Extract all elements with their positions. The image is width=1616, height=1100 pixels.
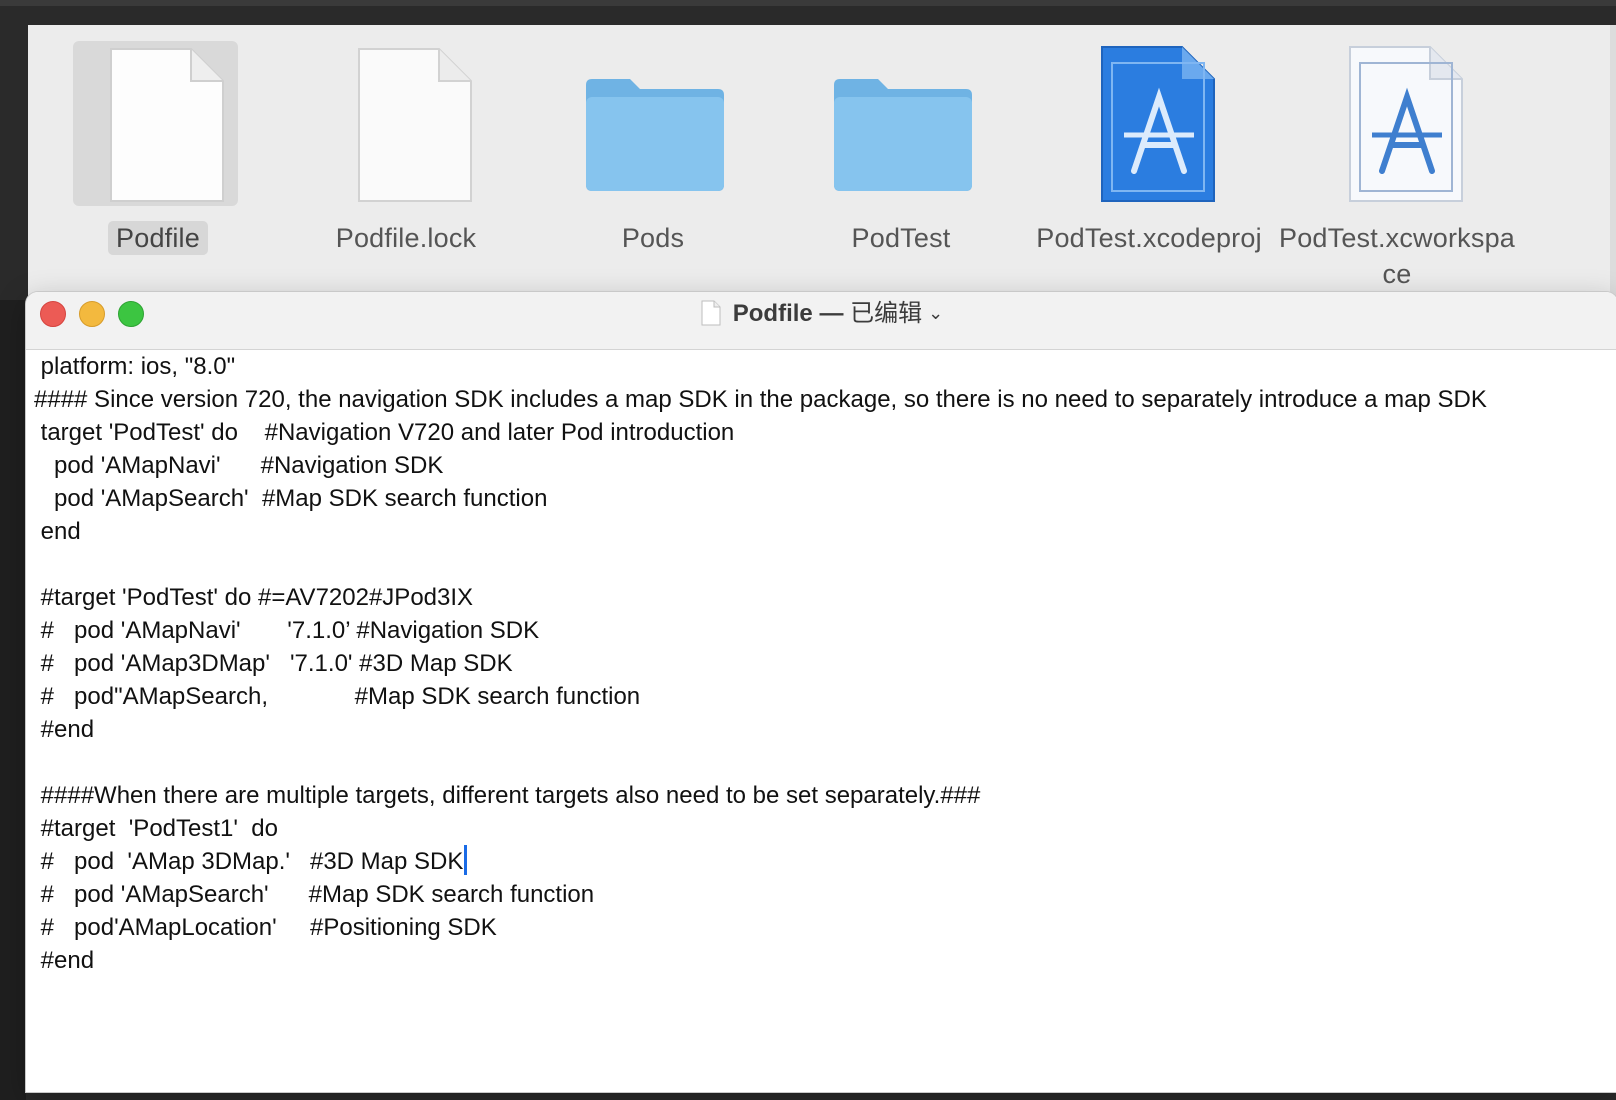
editor-line: ####When there are multiple targets, dif… — [34, 782, 981, 809]
folder-podtest[interactable]: PodTest — [776, 45, 1026, 305]
xcode-workspace-icon — [1312, 45, 1482, 205]
screen-top-strip — [0, 0, 1616, 6]
editor-line: # pod 'AMap3DMap' '7.1.0' #3D Map SDK — [34, 650, 513, 677]
file-name: Podfile.lock — [335, 223, 477, 253]
textedit-window: Podfile — 已编辑 ⌄ platform: ios, "8.0" ####… — [26, 292, 1616, 1092]
file-name: PodTest — [851, 223, 951, 253]
editor-line: # pod 'AMapNavi' '7.1.0’ #Navigation SDK — [34, 617, 540, 644]
editor-line: #end — [34, 716, 95, 743]
editor-line: # pod"AMapSearch, #Map SDK search functi… — [34, 683, 641, 710]
text-editor[interactable]: platform: ios, "8.0" #### Since version … — [34, 350, 1578, 1092]
folder-pods[interactable]: Pods — [528, 45, 778, 305]
editor-line: platform: ios, "8.0" — [34, 353, 236, 380]
file-name: PodTest.xcworkspace — [1279, 223, 1515, 289]
xcode-project-icon — [1064, 45, 1234, 205]
title-status: 已编辑 — [850, 300, 923, 327]
file-podfile[interactable]: Podfile — [33, 41, 283, 305]
document-proxy-icon[interactable] — [701, 300, 721, 326]
title-separator: — — [819, 300, 844, 327]
file-name: PodTest.xcodeproj — [1036, 223, 1262, 253]
editor-line: #target 'PodTest1' do — [34, 815, 278, 842]
text-caret — [464, 845, 468, 875]
folder-icon — [816, 45, 986, 205]
editor-line: #target 'PodTest' do #=AV7202#JPod3IX — [34, 584, 474, 611]
editor-line: target 'PodTest' do #Navigation V720 and… — [34, 419, 735, 446]
file-podfile-lock[interactable]: Podfile.lock — [281, 45, 531, 305]
editor-line: # pod'AMapLocation' #Positioning SDK — [34, 914, 497, 941]
file-xcodeproj[interactable]: PodTest.xcodeproj — [1024, 45, 1274, 305]
editor-line-misspelled: # pod 'AMap 3DMap.' #3D Map SDK — [34, 845, 1578, 878]
editor-line: pod 'AMapNavi' #Navigation SDK — [34, 452, 444, 479]
editor-line: end — [34, 518, 81, 545]
editor-line-text: # pod 'AMap 3DMap.' #3D Map SDK — [34, 848, 464, 875]
document-icon — [321, 45, 491, 205]
title-filename: Podfile — [732, 300, 813, 327]
file-xcworkspace[interactable]: PodTest.xcworkspace — [1272, 45, 1522, 305]
background-edge — [0, 300, 26, 1100]
chevron-down-icon[interactable]: ⌄ — [928, 295, 943, 331]
editor-line: # pod 'AMapSearch' #Map SDK search funct… — [34, 881, 595, 908]
editor-line: pod 'AMapSearch' #Map SDK search functio… — [34, 485, 548, 512]
editor-line: #end — [34, 947, 95, 974]
editor-line: #### Since version 720, the navigation S… — [34, 386, 1487, 413]
folder-icon — [568, 45, 738, 205]
document-icon — [73, 45, 243, 205]
file-name: Podfile — [33, 220, 283, 256]
file-name: Pods — [621, 223, 685, 253]
title-bar[interactable]: Podfile — 已编辑 ⌄ — [26, 292, 1616, 350]
window-title[interactable]: Podfile — 已编辑 ⌄ — [26, 295, 1616, 332]
